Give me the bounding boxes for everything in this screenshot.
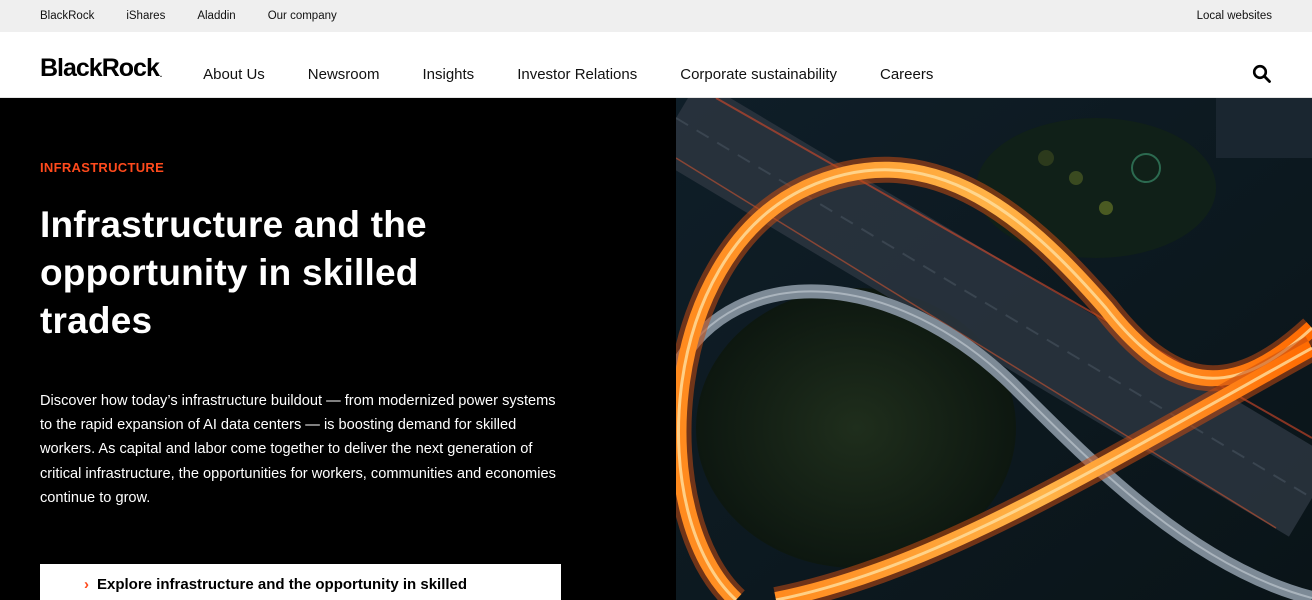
logo-text: BlackRock	[40, 54, 160, 82]
cta-label: Explore infrastructure and the opportuni…	[97, 575, 468, 593]
utility-link-our-company[interactable]: Our company	[268, 10, 337, 22]
nav-item-insights[interactable]: Insights	[422, 66, 474, 83]
nav-links: About Us Newsroom Insights Investor Rela…	[203, 66, 976, 83]
search-icon[interactable]	[1252, 64, 1272, 84]
explore-infrastructure-button[interactable]: › Explore infrastructure and the opportu…	[40, 564, 561, 600]
utility-bar: BlackRock iShares Aladdin Our company Lo…	[0, 0, 1312, 32]
logo-mark: .	[159, 70, 162, 79]
utility-link-blackrock[interactable]: BlackRock	[40, 10, 94, 22]
hero-body: Discover how today’s infrastructure buil…	[40, 393, 556, 506]
nav-item-careers[interactable]: Careers	[880, 66, 933, 83]
blackrock-logo[interactable]: BlackRock.	[40, 54, 162, 83]
utility-links: BlackRock iShares Aladdin Our company	[40, 10, 337, 22]
local-websites-link[interactable]: Local websites	[1197, 10, 1272, 22]
chevron-right-icon: ›	[84, 575, 89, 593]
main-nav: BlackRock. About Us Newsroom Insights In…	[0, 32, 1312, 98]
hero-content: INFRASTRUCTURE Infrastructure and the op…	[0, 98, 676, 600]
hero-eyebrow: INFRASTRUCTURE	[40, 160, 165, 175]
nav-item-about-us[interactable]: About Us	[203, 66, 265, 83]
hero-image-highway-interchange	[676, 98, 1312, 600]
utility-link-aladdin[interactable]: Aladdin	[197, 10, 235, 22]
hero-headline: Infrastructure and the opportunity in sk…	[40, 204, 427, 341]
nav-item-newsroom[interactable]: Newsroom	[308, 66, 380, 83]
nav-item-corporate-sustainability[interactable]: Corporate sustainability	[680, 66, 837, 83]
utility-link-ishares[interactable]: iShares	[126, 10, 165, 22]
nav-item-investor-relations[interactable]: Investor Relations	[517, 66, 637, 83]
hero-section: INFRASTRUCTURE Infrastructure and the op…	[0, 98, 1312, 600]
